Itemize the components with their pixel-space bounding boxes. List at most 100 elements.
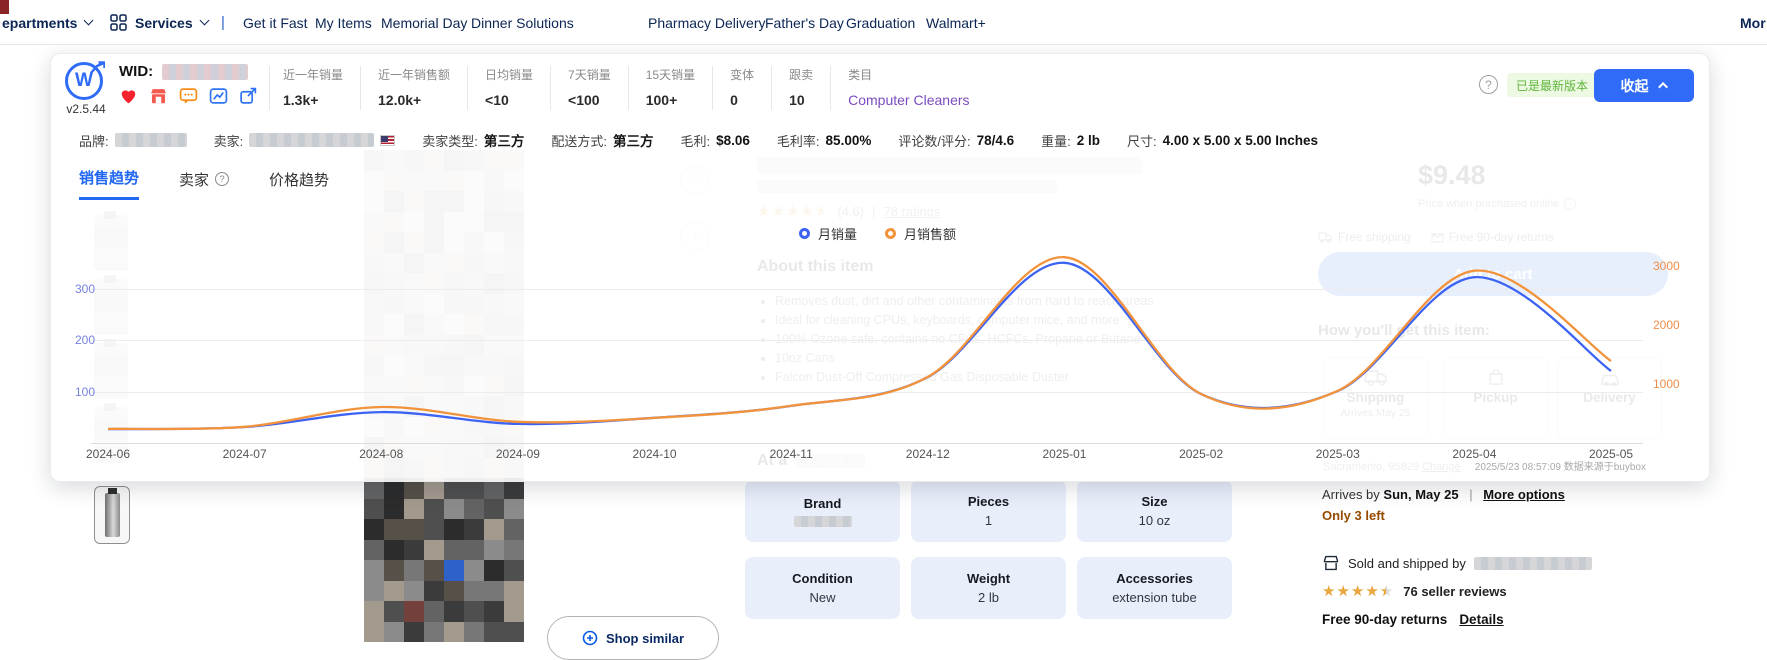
nav-item-my-items[interactable]: My Items: [315, 0, 372, 45]
chart-watermark: 2025/5/23 08:57:09 数据来源于buybox: [1475, 458, 1646, 473]
nav-item-walmart-[interactable]: Walmart+: [926, 0, 986, 45]
mosaic-cell: [504, 499, 524, 520]
mosaic-cell: [404, 540, 424, 561]
y-axis-tick-right: 3000: [1653, 259, 1680, 273]
spec-tile-condition[interactable]: Condition New: [745, 557, 900, 619]
spec-value: 10 oz: [1139, 513, 1171, 528]
spec-tile-pieces[interactable]: Pieces1: [911, 480, 1066, 542]
y-axis-tick-left: 100: [51, 385, 95, 399]
seller-reviews-count[interactable]: 76 seller reviews: [1403, 584, 1506, 599]
sold-by-text: Sold and shipped by: [1348, 556, 1466, 571]
y-axis-tick-left: 200: [51, 333, 95, 347]
arrives-date: Sun, May 25: [1383, 487, 1458, 502]
nav-services[interactable]: Services: [110, 0, 208, 45]
x-axis-tick: 2024-09: [483, 447, 553, 461]
spec-tile-weight[interactable]: Weight 2 lb: [911, 557, 1066, 619]
x-axis-tick: 2024-11: [756, 447, 826, 461]
spec-value: New: [809, 590, 835, 605]
spec-tile-accessories[interactable]: Accessoriesextension tube: [1077, 557, 1232, 619]
more-options-link[interactable]: More options: [1483, 487, 1565, 502]
arrives-by-row: Arrives by Sun, May 25 | More options: [1322, 487, 1565, 502]
mosaic-cell: [364, 560, 384, 581]
nav-more[interactable]: Mor: [1740, 0, 1766, 45]
mosaic-cell: [424, 601, 444, 622]
chevron-down-icon: [199, 16, 209, 26]
mosaic-cell: [504, 519, 524, 540]
mosaic-cell: [424, 581, 444, 602]
mosaic-cell: [364, 499, 384, 520]
spec-label: Pieces: [968, 494, 1009, 509]
seller-reviews-row: ★★★★★★★★★★ 76 seller reviews: [1322, 584, 1507, 599]
x-axis-tick: 2024-07: [210, 447, 280, 461]
spec-label: Brand: [804, 496, 842, 511]
chevron-down-icon: [84, 16, 94, 26]
mosaic-cell: [464, 601, 484, 622]
x-axis-tick: 2025-02: [1166, 447, 1236, 461]
mosaic-cell: [444, 622, 464, 643]
y-axis-tick-right: 1000: [1653, 377, 1680, 391]
nav-item-dinner-solutions[interactable]: Dinner Solutions: [471, 0, 574, 45]
mosaic-cell: [464, 540, 484, 561]
returns-details-link[interactable]: Details: [1459, 612, 1503, 627]
mosaic-cell: [464, 622, 484, 643]
mosaic-cell: [364, 519, 384, 540]
spec-tile-brand[interactable]: Brand: [745, 480, 900, 542]
walmart-top-nav: epartments Services | Get it FastMy Item…: [0, 0, 1767, 45]
mosaic-cell: [464, 499, 484, 520]
nav-item-father-s-day[interactable]: Father's Day: [765, 0, 844, 45]
nav-divider: |: [221, 14, 225, 31]
mosaic-cell: [404, 560, 424, 581]
mosaic-cell: [364, 581, 384, 602]
departments-label: epartments: [2, 15, 77, 31]
shop-similar-button[interactable]: Shop similar: [547, 616, 719, 660]
mosaic-cell: [464, 560, 484, 581]
spec-label: Weight: [967, 571, 1010, 586]
more-label: Mor: [1740, 15, 1766, 31]
mosaic-cell: [404, 622, 424, 643]
spec-value: 2 lb: [978, 590, 999, 605]
mosaic-cell: [384, 519, 404, 540]
mosaic-cell: [404, 601, 424, 622]
chart-gridline: [91, 340, 1643, 341]
mosaic-cell: [384, 581, 404, 602]
mosaic-cell: [444, 581, 464, 602]
x-axis-tick: 2024-08: [346, 447, 416, 461]
x-axis-tick: 2025-03: [1303, 447, 1373, 461]
returns-row: Free 90-day returns Details: [1322, 612, 1504, 627]
spec-tiles-grid: Brand Pieces1 Size 10 oz Condition New Weight 2…: [745, 480, 1245, 619]
spec-label: Size: [1141, 494, 1167, 509]
mosaic-cell: [484, 499, 504, 520]
nav-item-memorial-day[interactable]: Memorial Day: [381, 0, 467, 45]
mosaic-cell: [504, 581, 524, 602]
sales-trend-chart[interactable]: 1002003001000200030002024-062024-072024-…: [51, 54, 1709, 481]
mosaic-cell: [484, 540, 504, 561]
spec-label: Condition: [792, 571, 853, 586]
mosaic-cell: [364, 622, 384, 643]
nav-departments[interactable]: epartments: [2, 0, 92, 45]
product-bottle-image: [105, 493, 120, 537]
mosaic-cell: [444, 540, 464, 561]
nav-item-get-it-fast[interactable]: Get it Fast: [243, 0, 308, 45]
mosaic-cell: [464, 581, 484, 602]
spec-tile-size[interactable]: Size 10 oz: [1077, 480, 1232, 542]
thumbnail-image-selected[interactable]: [94, 486, 130, 544]
chart-gridline: [91, 289, 1643, 290]
shop-similar-label: Shop similar: [606, 631, 684, 646]
mosaic-cell: [504, 622, 524, 643]
x-axis-tick: 2025-01: [1029, 447, 1099, 461]
nav-item-pharmacy-delivery[interactable]: Pharmacy Delivery: [648, 0, 765, 45]
mosaic-cell: [384, 499, 404, 520]
x-axis-line: [91, 443, 1643, 444]
arrives-prefix: Arrives by: [1322, 487, 1380, 502]
mosaic-cell: [424, 540, 444, 561]
mosaic-cell: [424, 519, 444, 540]
seller-name-redacted[interactable]: [1474, 557, 1592, 570]
mosaic-cell: [484, 622, 504, 643]
storefront-icon: [1322, 555, 1340, 571]
mosaic-cell: [464, 519, 484, 540]
mosaic-cell: [424, 622, 444, 643]
nav-item-graduation[interactable]: Graduation: [846, 0, 915, 45]
stock-warning: Only 3 left: [1322, 508, 1385, 523]
x-axis-tick: 2024-06: [73, 447, 143, 461]
mosaic-cell: [504, 560, 524, 581]
